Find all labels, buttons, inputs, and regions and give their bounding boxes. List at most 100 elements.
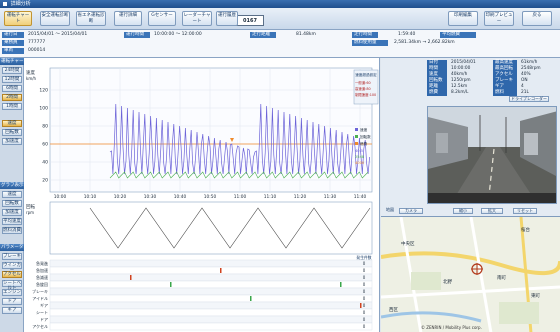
eco-diagnosis-button[interactable]: 省エネ運転診断 bbox=[76, 11, 106, 26]
event-count: 0 bbox=[363, 310, 366, 315]
y-tick-label: 100 bbox=[39, 106, 48, 112]
param-accel-button[interactable]: アクセル bbox=[2, 271, 22, 278]
speed-setting-line: 一般道:60 bbox=[355, 80, 371, 85]
legend-swatch bbox=[355, 135, 358, 138]
stat-value: ON bbox=[521, 78, 528, 83]
map-view[interactable]: 桜台 中央区 北野 南町 東町 西区 © ZENRIN / Mobility P… bbox=[381, 216, 560, 332]
x-tick-label: 10:50 bbox=[204, 194, 217, 200]
range-1h-button[interactable]: 1時間 bbox=[2, 103, 22, 110]
legend-label: 回転数 bbox=[360, 134, 371, 139]
event-row-label: 急旋回 bbox=[36, 281, 48, 287]
drive-time-value: 1:59:40 bbox=[398, 32, 416, 37]
drive-recorder-button[interactable]: ドライブレコーダー bbox=[509, 96, 549, 102]
label-drive-time: 走行時間 bbox=[352, 32, 378, 38]
toolbar: 運転チャート 安全運転診断 省エネ運転診断 運行詳細 Gセンサー レーダーチャー… bbox=[0, 8, 560, 30]
event-count: 0 bbox=[363, 268, 366, 273]
event-row-label: 急加速 bbox=[36, 267, 48, 273]
mode-rpm-button[interactable]: 回転数 bbox=[2, 129, 22, 136]
event-row-label: ギア bbox=[40, 303, 48, 308]
camera-image bbox=[427, 106, 557, 204]
trip-history-button[interactable]: 運行履歴 bbox=[216, 11, 238, 26]
event-row-label: 急減速 bbox=[36, 274, 48, 280]
speed-plot-area bbox=[49, 67, 373, 193]
event-row bbox=[49, 266, 373, 275]
event-row-label: シート bbox=[36, 310, 48, 315]
legend-swatch bbox=[355, 142, 358, 145]
param-gear-button[interactable]: ギア bbox=[2, 307, 22, 314]
app-logo-icon bbox=[3, 1, 7, 6]
chart-panel: 速度 km/h 120 100 80 60 40 20 10:00 10:10 10:20 10:30… bbox=[24, 58, 380, 332]
rpm-plot-area bbox=[49, 201, 373, 255]
legend-label: 速度 bbox=[360, 127, 368, 132]
event-row-label: アイドル bbox=[32, 296, 48, 301]
graph-speed-button[interactable]: 速度 bbox=[2, 191, 22, 198]
stat-value: 1250rpm bbox=[451, 78, 471, 83]
speed-setting-title: 速度超過設定 bbox=[355, 72, 377, 77]
stat-key: 燃費 bbox=[427, 90, 447, 96]
trip-info-panel: 運行日 2015/04/01 ～ 2015/04/01 乗務員 777777 車… bbox=[0, 30, 560, 58]
event-count: 0 bbox=[363, 324, 366, 329]
mode-accel-button[interactable]: 加速度 bbox=[2, 138, 22, 145]
y-tick-label: 20 bbox=[42, 178, 48, 184]
graph-fuel-button[interactable]: 燃料消費 bbox=[2, 227, 22, 234]
app-title: 詳細分析 bbox=[10, 1, 31, 7]
legend-value: 2548 bbox=[355, 155, 365, 159]
sidebar: 運転チャート 24時間 12時間 6時間 2時間 1時間 速度 回転数 加速度 … bbox=[0, 58, 24, 332]
param-seatbelt-button[interactable]: シートベルト bbox=[2, 280, 22, 291]
g-sensor-button[interactable]: Gセンサー bbox=[148, 11, 176, 26]
zoom-in-button[interactable]: 拡大 bbox=[481, 208, 503, 214]
range-2h-button[interactable]: 2時間 bbox=[2, 94, 22, 101]
event-row-label: ドア bbox=[40, 317, 48, 322]
event-row bbox=[49, 287, 373, 296]
y-tick-label: 40 bbox=[42, 160, 48, 166]
y-tick-label: 120 bbox=[39, 88, 48, 94]
radar-chart-button[interactable]: レーダーチャート bbox=[182, 11, 212, 26]
param-brake-button[interactable]: ブレーキ bbox=[2, 253, 22, 260]
event-marker bbox=[340, 282, 342, 287]
event-row bbox=[49, 308, 373, 317]
safety-diagnosis-button[interactable]: 安全運転診断 bbox=[40, 11, 70, 26]
vehicle-plate: 0167 bbox=[236, 15, 264, 26]
trip-detail-button[interactable]: 運行詳細 bbox=[114, 11, 142, 26]
chart-tab-button[interactable]: 運転チャート bbox=[4, 11, 32, 26]
back-button[interactable]: 戻る bbox=[522, 11, 552, 26]
label-trip-date: 運行日 bbox=[2, 32, 24, 38]
graph-rpm-button[interactable]: 回転数 bbox=[2, 200, 22, 207]
stat-value: 2015/04/01 bbox=[451, 60, 476, 65]
event-row-label: アクセル bbox=[32, 323, 48, 329]
map-tab-map[interactable]: 地図 bbox=[383, 208, 397, 214]
mode-speed-button[interactable]: 速度 bbox=[2, 120, 22, 127]
x-tick-label: 11:00 bbox=[234, 194, 247, 200]
param-blinker-button[interactable]: ウインカー bbox=[2, 262, 22, 273]
event-count-header: 発生件数 bbox=[356, 255, 371, 260]
map-reset-button[interactable]: リセット bbox=[513, 208, 537, 214]
map-label-2: 中央区 bbox=[401, 242, 415, 247]
speed-axis-label: 速度 bbox=[26, 69, 35, 76]
event-marker bbox=[360, 303, 362, 308]
stat-value: 40km/h bbox=[451, 72, 468, 77]
param-door-button[interactable]: ドア bbox=[2, 298, 22, 305]
event-count: 0 bbox=[363, 317, 366, 322]
print-preview-button[interactable]: 印刷プレビュー bbox=[484, 11, 514, 26]
range-6h-button[interactable]: 6時間 bbox=[2, 85, 22, 92]
speed-unit-label: km/h bbox=[26, 76, 37, 81]
stat-value: 10:00:00 bbox=[451, 66, 471, 71]
stat-value: 8.2km/L bbox=[451, 90, 469, 95]
x-tick-label: 11:20 bbox=[294, 194, 307, 200]
map-tab-camera[interactable]: カメラ bbox=[399, 208, 423, 214]
vehicle-value: 000014 bbox=[28, 48, 46, 53]
param-engine-button[interactable]: エンジン bbox=[2, 289, 22, 296]
x-tick-label: 10:40 bbox=[174, 194, 187, 200]
zoom-out-button[interactable]: 縮小 bbox=[453, 208, 473, 214]
graph-accel-button[interactable]: 加速度 bbox=[2, 209, 22, 216]
label-trip-time: 運行時間 bbox=[124, 32, 150, 38]
map-label-1: 桜台 bbox=[521, 228, 530, 233]
event-marker bbox=[250, 296, 252, 301]
print-edit-button[interactable]: 印刷編集 bbox=[448, 11, 478, 26]
map-label-4: 南町 bbox=[497, 276, 506, 281]
range-24h-button[interactable]: 24時間 bbox=[2, 67, 22, 74]
stat-value: 40% bbox=[521, 72, 531, 77]
graph-avgspeed-button[interactable]: 平均速度 bbox=[2, 218, 22, 225]
event-marker bbox=[220, 268, 222, 273]
range-12h-button[interactable]: 12時間 bbox=[2, 76, 22, 83]
